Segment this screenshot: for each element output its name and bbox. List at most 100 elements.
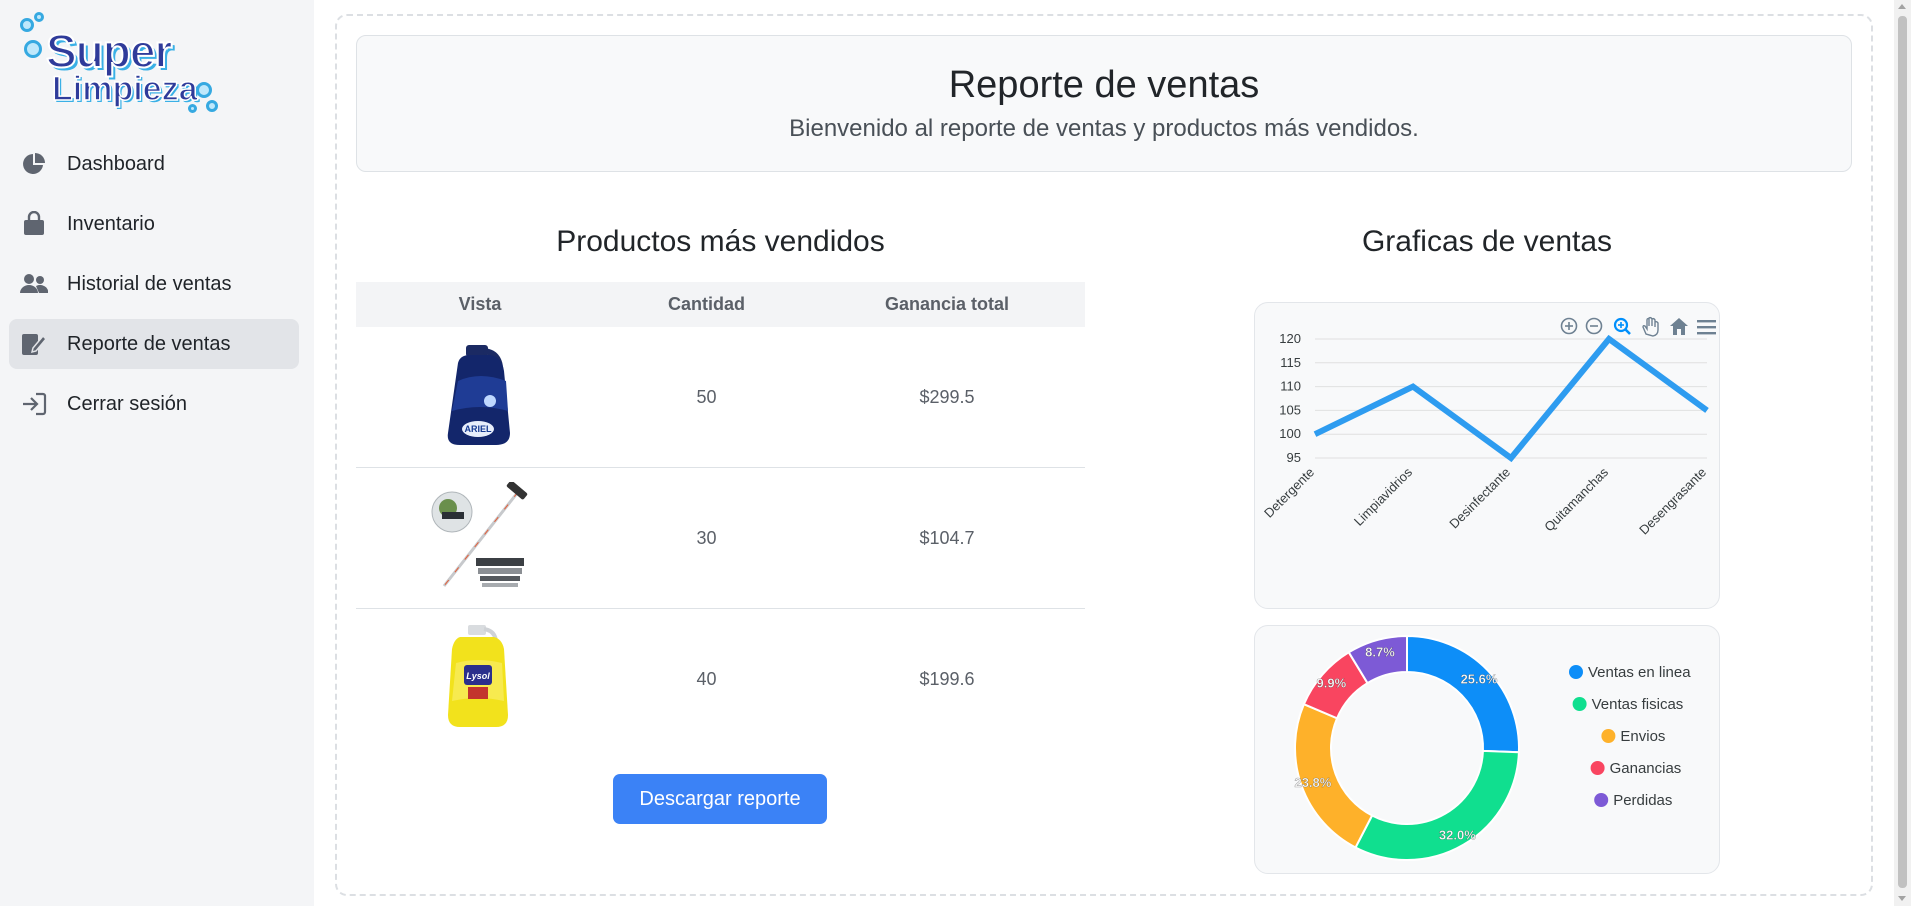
bubble-decoration xyxy=(34,12,44,22)
legend-label: Ventas en linea xyxy=(1588,664,1691,681)
legend-item[interactable]: Perdidas xyxy=(1594,792,1672,809)
zoom-out-icon[interactable] xyxy=(1585,317,1603,335)
table-row: 30 $104.7 xyxy=(356,468,1085,609)
bubble-decoration xyxy=(206,100,218,112)
svg-text:ARIEL: ARIEL xyxy=(465,424,493,434)
donut-slice[interactable] xyxy=(1354,749,1520,861)
donut-slice[interactable] xyxy=(1406,634,1520,754)
table-header: Vista Cantidad Ganancia total xyxy=(356,282,1085,327)
quantity-cell: 40 xyxy=(696,669,717,689)
sidebar-item-label: Historial de ventas xyxy=(67,272,232,295)
column-header-cantidad: Cantidad xyxy=(667,294,745,314)
bubble-decoration xyxy=(20,18,34,32)
bubble-decoration xyxy=(24,40,42,58)
legend-marker xyxy=(1601,729,1616,743)
sidebar: Super Limpieza Dashboard Inventario Hist… xyxy=(0,0,314,906)
logo-text-limpieza: Limpieza xyxy=(51,69,198,109)
sidebar-item-label: Cerrar sesión xyxy=(67,392,188,415)
sidebar-item-historial[interactable]: Historial de ventas xyxy=(9,259,299,309)
donut-chart: 25.6%32.0%23.8%9.9%8.7% Ventas en lineaV… xyxy=(1294,634,1691,861)
legend-item[interactable]: Envios xyxy=(1601,728,1665,745)
x-tick-label: Limpiavidrios xyxy=(1351,464,1416,529)
slice-label: 25.6% xyxy=(1461,672,1498,687)
legend-item[interactable]: Ganancias xyxy=(1590,760,1682,777)
svg-text:Lysol: Lysol xyxy=(466,671,490,681)
legend-item[interactable]: Ventas fisicas xyxy=(1572,696,1684,713)
table-row: Lysol 40 $199.6 xyxy=(356,609,1085,750)
scroll-up-arrow[interactable] xyxy=(1898,4,1906,9)
total-cell: $299.5 xyxy=(919,386,975,407)
sidebar-item-inventario[interactable]: Inventario xyxy=(9,199,299,249)
window-cleaner-tool-image xyxy=(431,480,528,587)
edit-report-icon xyxy=(20,330,48,358)
x-tick-label: Desinfectante xyxy=(1446,465,1513,532)
chart-toolbar xyxy=(1560,316,1716,337)
quantity-cell: 50 xyxy=(696,386,717,407)
bubble-decoration xyxy=(196,82,212,98)
sidebar-item-dashboard[interactable]: Dashboard xyxy=(9,139,299,189)
detergent-bottle-image: ARIEL xyxy=(447,344,510,445)
sign-in-icon xyxy=(20,390,48,418)
super-limpieza-logo[interactable]: Super Limpieza xyxy=(20,12,218,116)
column-header-ganancia: Ganancia total xyxy=(884,294,1010,314)
legend-marker xyxy=(1569,665,1583,679)
scrollbar-thumb[interactable] xyxy=(1898,16,1907,888)
table-row: ARIEL 50 $299.5 xyxy=(356,327,1085,468)
slice-label: 9.9% xyxy=(1317,676,1347,691)
charts-section-title: Graficas de ventas xyxy=(1361,225,1613,258)
products-table: Vista Cantidad Ganancia total ARIEL 50 $… xyxy=(356,282,1085,750)
x-axis-ticks: Detergente Limpiavidrios Desinfectante Quit… xyxy=(1261,464,1709,537)
legend-marker xyxy=(1590,761,1605,775)
y-tick-label: 105 xyxy=(1279,402,1301,417)
products-section-title: Productos más vendidos xyxy=(556,225,885,258)
shopping-bag-icon xyxy=(20,210,48,238)
scroll-down-arrow[interactable] xyxy=(1898,896,1906,901)
zoom-in-icon[interactable] xyxy=(1560,317,1578,335)
donut-chart-card: 25.6% 32.0% 23.8% 9.9% 8.7% Ventas en linea V… xyxy=(1254,625,1720,874)
y-tick-label: 120 xyxy=(1279,331,1301,346)
x-tick-label: Detergente xyxy=(1261,465,1317,521)
page-title: Reporte de ventas xyxy=(948,64,1260,106)
x-tick-label: Desengrasante xyxy=(1636,465,1709,538)
line-chart-card: 95 100 105 110 115 120 Detergente Limpiavidrio… xyxy=(1254,302,1720,609)
sidebar-item-label: Reporte de ventas xyxy=(67,332,231,355)
x-tick-label: Quitamanchas xyxy=(1541,464,1611,534)
home-reset-icon[interactable] xyxy=(1670,318,1688,335)
y-tick-label: 100 xyxy=(1279,426,1301,441)
download-report-button[interactable]: Descargar reporte xyxy=(613,774,827,824)
menu-icon[interactable] xyxy=(1697,320,1716,335)
slice-label: 32.0% xyxy=(1439,827,1476,842)
page-subtitle: Bienvenido al reporte de ventas y produc… xyxy=(789,115,1419,142)
pie-chart-icon xyxy=(20,150,48,178)
legend-marker xyxy=(1572,697,1587,711)
y-tick-label: 115 xyxy=(1280,355,1301,370)
donut-slices xyxy=(1294,634,1520,861)
chart-grid xyxy=(1315,338,1707,459)
sidebar-item-label: Inventario xyxy=(67,212,155,235)
legend-label: Envios xyxy=(1620,728,1665,745)
y-tick-label: 110 xyxy=(1280,379,1301,394)
zoom-selection-icon[interactable] xyxy=(1613,317,1631,335)
sidebar-item-label: Dashboard xyxy=(67,152,165,175)
page-scrollbar[interactable] xyxy=(1894,0,1911,906)
legend-label: Ventas fisicas xyxy=(1592,696,1684,713)
sidebar-item-cerrar-sesion[interactable]: Cerrar sesión xyxy=(9,379,299,429)
y-axis-ticks: 95 100 105 110 115 120 xyxy=(1279,331,1301,465)
column-header-vista: Vista xyxy=(458,294,502,314)
pan-hand-icon[interactable] xyxy=(1642,316,1659,337)
legend-marker xyxy=(1594,793,1609,807)
legend-label: Ganancias xyxy=(1610,760,1682,777)
series-line xyxy=(1313,334,1709,463)
slice-label: 8.7% xyxy=(1365,645,1395,660)
disinfectant-bottle-image: Lysol xyxy=(448,625,508,727)
sidebar-item-reporte[interactable]: Reporte de ventas xyxy=(9,319,299,369)
chart-legend: Ventas en linea Ventas fisicas Envios Ganan… xyxy=(1569,664,1691,809)
quantity-cell: 30 xyxy=(696,527,717,548)
legend-item[interactable]: Ventas en linea xyxy=(1569,664,1691,681)
legend-label: Perdidas xyxy=(1613,792,1672,809)
total-cell: $104.7 xyxy=(919,527,975,548)
slice-label: 23.8% xyxy=(1294,775,1331,790)
users-icon xyxy=(20,270,48,298)
report-header: Reporte de ventas Bienvenido al reporte … xyxy=(356,35,1852,172)
y-tick-label: 95 xyxy=(1287,450,1301,465)
